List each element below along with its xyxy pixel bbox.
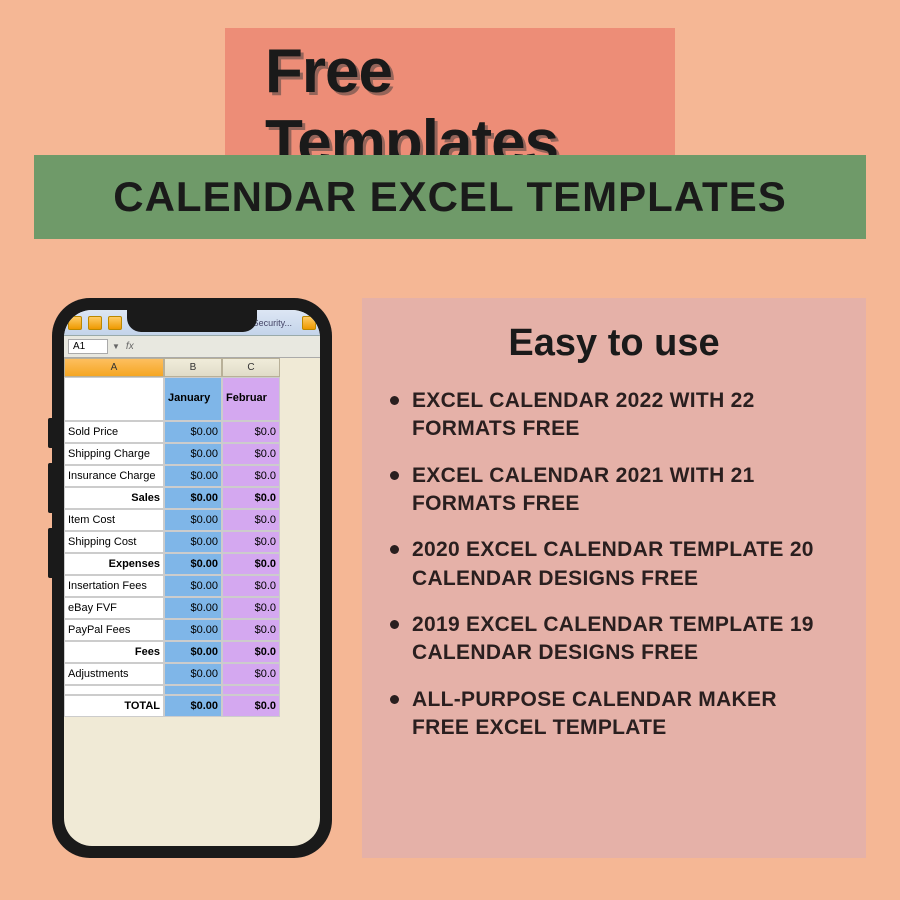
month-header: January <box>164 377 222 421</box>
row-label: Shipping Cost <box>64 531 164 553</box>
cell-value: $0.00 <box>164 641 222 663</box>
features-panel: Easy to use EXCEL CALENDAR 2022 WITH 22 … <box>362 298 866 858</box>
spreadsheet-grid: A B C January Februar Sold Price$0.00$0.… <box>64 358 320 717</box>
col-header-c: C <box>222 358 280 377</box>
row-label: Insurance Charge <box>64 465 164 487</box>
cell-value: $0.00 <box>164 465 222 487</box>
cell-value <box>222 685 280 695</box>
col-header-b: B <box>164 358 222 377</box>
row-label: Fees <box>64 641 164 663</box>
phone-side-button <box>48 528 52 578</box>
page-subtitle: CALENDAR EXCEL TEMPLATES <box>54 173 846 221</box>
cell-value: $0.00 <box>164 421 222 443</box>
cell-value: $0.0 <box>222 421 280 443</box>
phone-screen: Security... A1 ▼ fx A B C January Februa… <box>64 310 320 846</box>
row-label: Expenses <box>64 553 164 575</box>
feature-item: EXCEL CALENDAR 2021 WITH 21 FORMATS FREE <box>412 462 838 519</box>
cell-value: $0.00 <box>164 663 222 685</box>
col-header-a: A <box>64 358 164 377</box>
phone-notch <box>127 310 257 332</box>
row-label: Sales <box>64 487 164 509</box>
cell-value: $0.00 <box>164 487 222 509</box>
cell-value: $0.00 <box>164 575 222 597</box>
cell-value: $0.0 <box>222 487 280 509</box>
row-label: eBay FVF <box>64 597 164 619</box>
cell-reference: A1 <box>68 339 108 354</box>
cell-value <box>164 685 222 695</box>
feature-list: EXCEL CALENDAR 2022 WITH 22 FORMATS FREE… <box>390 387 838 742</box>
row-label: Insertation Fees <box>64 575 164 597</box>
cell-value: $0.00 <box>164 509 222 531</box>
cell-value: $0.00 <box>164 553 222 575</box>
cell-value: $0.0 <box>222 597 280 619</box>
cell <box>64 377 164 421</box>
cell-value: $0.0 <box>222 553 280 575</box>
security-label: Security... <box>253 318 292 328</box>
subtitle-banner: CALENDAR EXCEL TEMPLATES <box>34 155 866 239</box>
row-label: PayPal Fees <box>64 619 164 641</box>
phone-mockup: Security... A1 ▼ fx A B C January Februa… <box>52 298 332 858</box>
row-label: Item Cost <box>64 509 164 531</box>
row-label: Sold Price <box>64 421 164 443</box>
cell-value: $0.00 <box>164 619 222 641</box>
fx-label: fx <box>126 341 134 352</box>
feature-item: 2019 EXCEL CALENDAR TEMPLATE 19 CALENDAR… <box>412 611 838 668</box>
cell-value: $0.0 <box>222 531 280 553</box>
cell-value: $0.0 <box>222 641 280 663</box>
cell-value: $0.0 <box>222 663 280 685</box>
feature-item: 2020 EXCEL CALENDAR TEMPLATE 20 CALENDAR… <box>412 536 838 593</box>
cell-value: $0.0 <box>222 619 280 641</box>
row-label: TOTAL <box>64 695 164 717</box>
toolbar-icon <box>88 316 102 330</box>
row-label <box>64 685 164 695</box>
toolbar-icon <box>302 316 316 330</box>
cell-value: $0.0 <box>222 443 280 465</box>
month-header: Februar <box>222 377 280 421</box>
cell-value: $0.0 <box>222 575 280 597</box>
cell-value: $0.0 <box>222 509 280 531</box>
cell-value: $0.00 <box>164 531 222 553</box>
formula-bar: A1 ▼ fx <box>64 336 320 358</box>
row-label: Shipping Charge <box>64 443 164 465</box>
cell-value: $0.00 <box>164 597 222 619</box>
cell-value: $0.0 <box>222 465 280 487</box>
feature-item: EXCEL CALENDAR 2022 WITH 22 FORMATS FREE <box>412 387 838 444</box>
toolbar-icon <box>108 316 122 330</box>
cell-value: $0.00 <box>164 695 222 717</box>
row-label: Adjustments <box>64 663 164 685</box>
dropdown-icon: ▼ <box>112 342 120 351</box>
cell-value: $0.00 <box>164 443 222 465</box>
cell-value: $0.0 <box>222 695 280 717</box>
feature-item: ALL-PURPOSE CALENDAR MAKER FREE EXCEL TE… <box>412 686 838 743</box>
toolbar-icon <box>68 316 82 330</box>
panel-heading: Easy to use <box>390 322 838 365</box>
